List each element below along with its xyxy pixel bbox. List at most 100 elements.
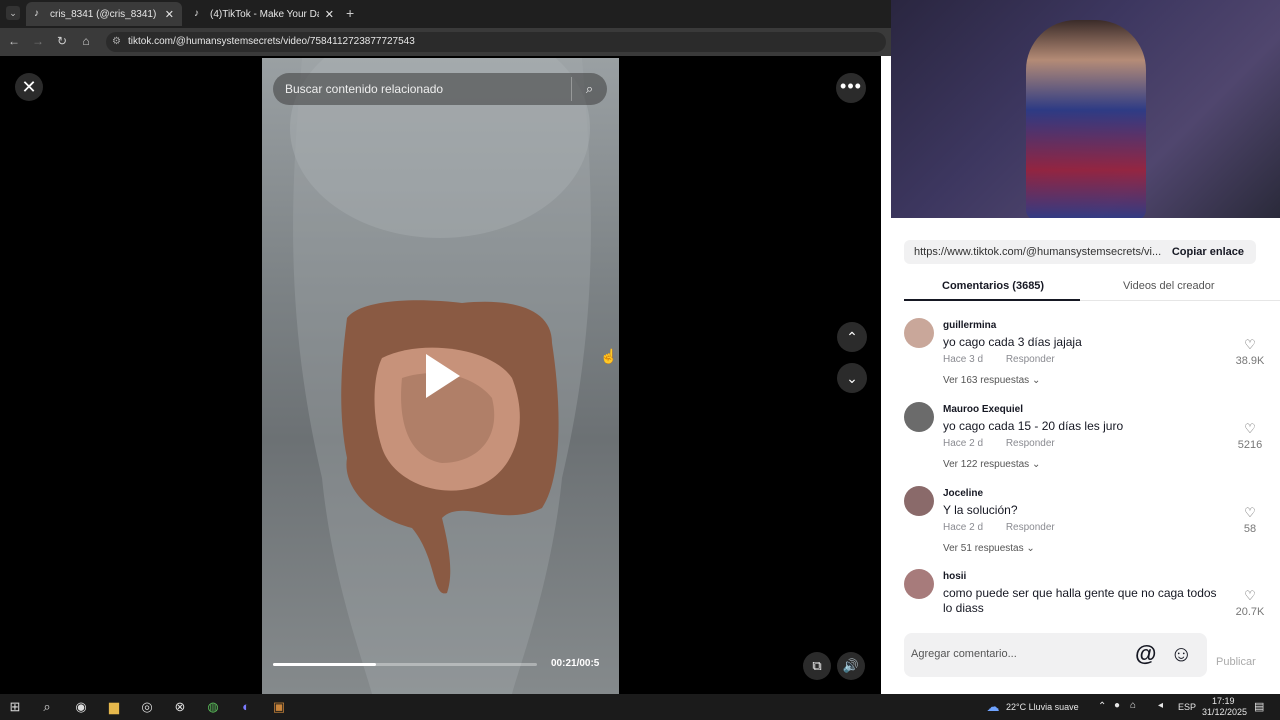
app-icon[interactable]: ⊗: [171, 698, 189, 716]
streamer-image: [1026, 20, 1146, 218]
play-icon[interactable]: [426, 354, 460, 398]
windows-start-icon[interactable]: ⊞: [6, 698, 24, 716]
like-button[interactable]: ♡ 20.7K: [1230, 587, 1270, 616]
reload-icon[interactable]: ↻: [54, 34, 70, 48]
volume-icon[interactable]: 🔊: [837, 652, 865, 680]
comment-username[interactable]: Mauroo Exequiel: [943, 404, 1023, 415]
comment-meta: Hace 2 d Responder: [943, 522, 1055, 533]
like-button[interactable]: ♡ 58: [1230, 504, 1270, 535]
like-button[interactable]: ♡ 5216: [1230, 420, 1270, 451]
volume-tray-icon[interactable]: ◂: [1158, 700, 1163, 711]
related-search-bar[interactable]: Buscar contenido relacionado ⌕: [273, 73, 607, 105]
comment-username[interactable]: hosii: [943, 571, 966, 582]
notifications-icon[interactable]: ▤: [1254, 700, 1264, 713]
tray-chevron-icon[interactable]: ⌃: [1098, 701, 1106, 712]
copy-link-button[interactable]: Copiar enlace: [1172, 240, 1244, 264]
microphone-icon[interactable]: ●: [1114, 700, 1120, 711]
publish-button[interactable]: Publicar: [1216, 656, 1256, 668]
search-icon[interactable]: ⌕: [571, 77, 607, 101]
comment-text: yo cago cada 15 - 20 días les juro: [943, 419, 1124, 433]
view-replies-button[interactable]: Ver 51 respuestas ⌄: [943, 543, 1035, 554]
avatar[interactable]: [904, 486, 934, 516]
chrome-icon[interactable]: ◍: [204, 698, 222, 716]
comment-input[interactable]: Agregar comentario... @ ☺: [904, 633, 1207, 677]
close-tab-icon[interactable]: ✕: [325, 8, 334, 21]
forward-icon[interactable]: →: [30, 34, 46, 48]
browser-tab[interactable]: ♪ (4)TikTok - Make Your Day ✕: [186, 2, 342, 26]
comment-username[interactable]: guillermina: [943, 320, 996, 331]
weather-text[interactable]: 22°C Lluvia suave: [1006, 702, 1079, 712]
reply-button[interactable]: Responder: [1006, 354, 1055, 365]
tab-title: cris_8341 (@cris_8341) | TikTok: [50, 8, 159, 20]
search-icon[interactable]: ⌕: [38, 698, 56, 716]
reply-button[interactable]: Responder: [1006, 438, 1055, 449]
comment-time: Hace 3 d: [943, 354, 984, 365]
chevron-down-icon: ⌄: [1031, 459, 1041, 470]
emoji-icon[interactable]: ☺: [1170, 641, 1192, 667]
view-replies-button[interactable]: Ver 163 respuestas ⌄: [943, 375, 1040, 386]
video-viewer: ✕ ••• Buscar contenido relacionado ⌕ 00:…: [0, 56, 881, 694]
clock-time[interactable]: 17:19: [1212, 696, 1235, 706]
share-link-text: https://www.tiktok.com/@humansystemsecre…: [914, 246, 1162, 258]
home-icon[interactable]: ⌂: [78, 34, 94, 48]
chevron-down-icon: ⌄: [1026, 543, 1035, 554]
tiktok-favicon-icon: ♪: [194, 8, 199, 19]
comment-list: guillermina yo cago cada 3 días jajaja H…: [904, 318, 1270, 616]
video-player[interactable]: Buscar contenido relacionado ⌕ 00:21/00:…: [262, 58, 619, 694]
panel-tabs: Comentarios (3685) Videos del creador: [904, 276, 1280, 301]
like-count: 20.7K: [1235, 606, 1265, 616]
mention-icon[interactable]: @: [1135, 641, 1156, 667]
video-time: 00:21/00:5: [551, 658, 600, 669]
comment-username[interactable]: Joceline: [943, 488, 983, 499]
view-replies-label: Ver 122 respuestas: [943, 459, 1030, 470]
language-indicator[interactable]: ESP: [1178, 702, 1196, 712]
like-button[interactable]: ♡ 38.9K: [1230, 336, 1270, 367]
comment-text: yo cago cada 3 días jajaja: [943, 335, 1082, 349]
comment-meta: Hace 3 d Responder: [943, 354, 1055, 365]
next-video-icon[interactable]: ⌄: [837, 363, 867, 393]
like-count: 58: [1243, 523, 1257, 535]
view-replies-label: Ver 163 respuestas: [943, 375, 1030, 386]
reply-button[interactable]: Responder: [1006, 522, 1055, 533]
tab-search-icon[interactable]: ⌄: [6, 6, 20, 20]
site-info-icon[interactable]: ⚙: [112, 32, 121, 52]
close-tab-icon[interactable]: ✕: [165, 8, 174, 21]
previous-video-icon[interactable]: ⌃: [837, 322, 867, 352]
steam-icon[interactable]: ◎: [138, 698, 156, 716]
comment-time: Hace 2 d: [943, 438, 984, 449]
browser-tab-active[interactable]: ♪ cris_8341 (@cris_8341) | TikTok ✕: [26, 2, 182, 26]
progress-fill: [273, 663, 376, 666]
comment-text: Y la solución?: [943, 503, 1018, 517]
heart-icon: ♡: [1244, 421, 1256, 436]
view-replies-button[interactable]: Ver 122 respuestas ⌄: [943, 459, 1040, 470]
obs-icon[interactable]: ◉: [72, 698, 90, 716]
tab-creator-videos[interactable]: Videos del creador: [1123, 280, 1215, 292]
folder-icon[interactable]: ▆: [105, 698, 123, 716]
more-options-icon[interactable]: •••: [836, 73, 866, 103]
address-bar[interactable]: ⚙ tiktok.com/@humansystemsecrets/video/7…: [106, 32, 886, 52]
weather-icon[interactable]: ☁: [984, 698, 1002, 716]
avatar[interactable]: [904, 569, 934, 599]
share-link-box: https://www.tiktok.com/@humansystemsecre…: [904, 240, 1256, 264]
tab-comments[interactable]: Comentarios (3685): [942, 280, 1044, 292]
minecraft-icon[interactable]: ▣: [270, 698, 288, 716]
back-icon[interactable]: ←: [6, 34, 22, 48]
mouse-cursor-icon: ☝: [600, 348, 618, 364]
discord-icon[interactable]: ◐: [237, 698, 255, 716]
chevron-down-icon: ⌄: [1031, 375, 1041, 386]
network-icon[interactable]: ⌂: [1130, 700, 1136, 711]
new-tab-icon[interactable]: +: [346, 5, 354, 21]
tab-title: (4)TikTok - Make Your Day: [210, 8, 319, 20]
avatar[interactable]: [904, 402, 934, 432]
close-icon[interactable]: ✕: [15, 73, 43, 101]
picture-in-picture-icon[interactable]: ⧉: [803, 652, 831, 680]
windows-taskbar: ⊞ ⌕ ◉ ▆ ◎ ⊗ ◍ ◐ ▣ ☁ 22°C Lluvia suave ⌃ …: [0, 694, 1280, 720]
view-replies-label: Ver 51 respuestas: [943, 543, 1024, 554]
avatar[interactable]: [904, 318, 934, 348]
progress-bar[interactable]: [273, 663, 537, 666]
clock-date[interactable]: 31/12/2025: [1202, 707, 1247, 717]
active-tab-indicator: [904, 299, 1080, 301]
comment-text: como puede ser que halla gente que no ca…: [943, 586, 1217, 615]
search-placeholder: Buscar contenido relacionado: [285, 82, 444, 96]
webcam-overlay: [891, 0, 1280, 218]
